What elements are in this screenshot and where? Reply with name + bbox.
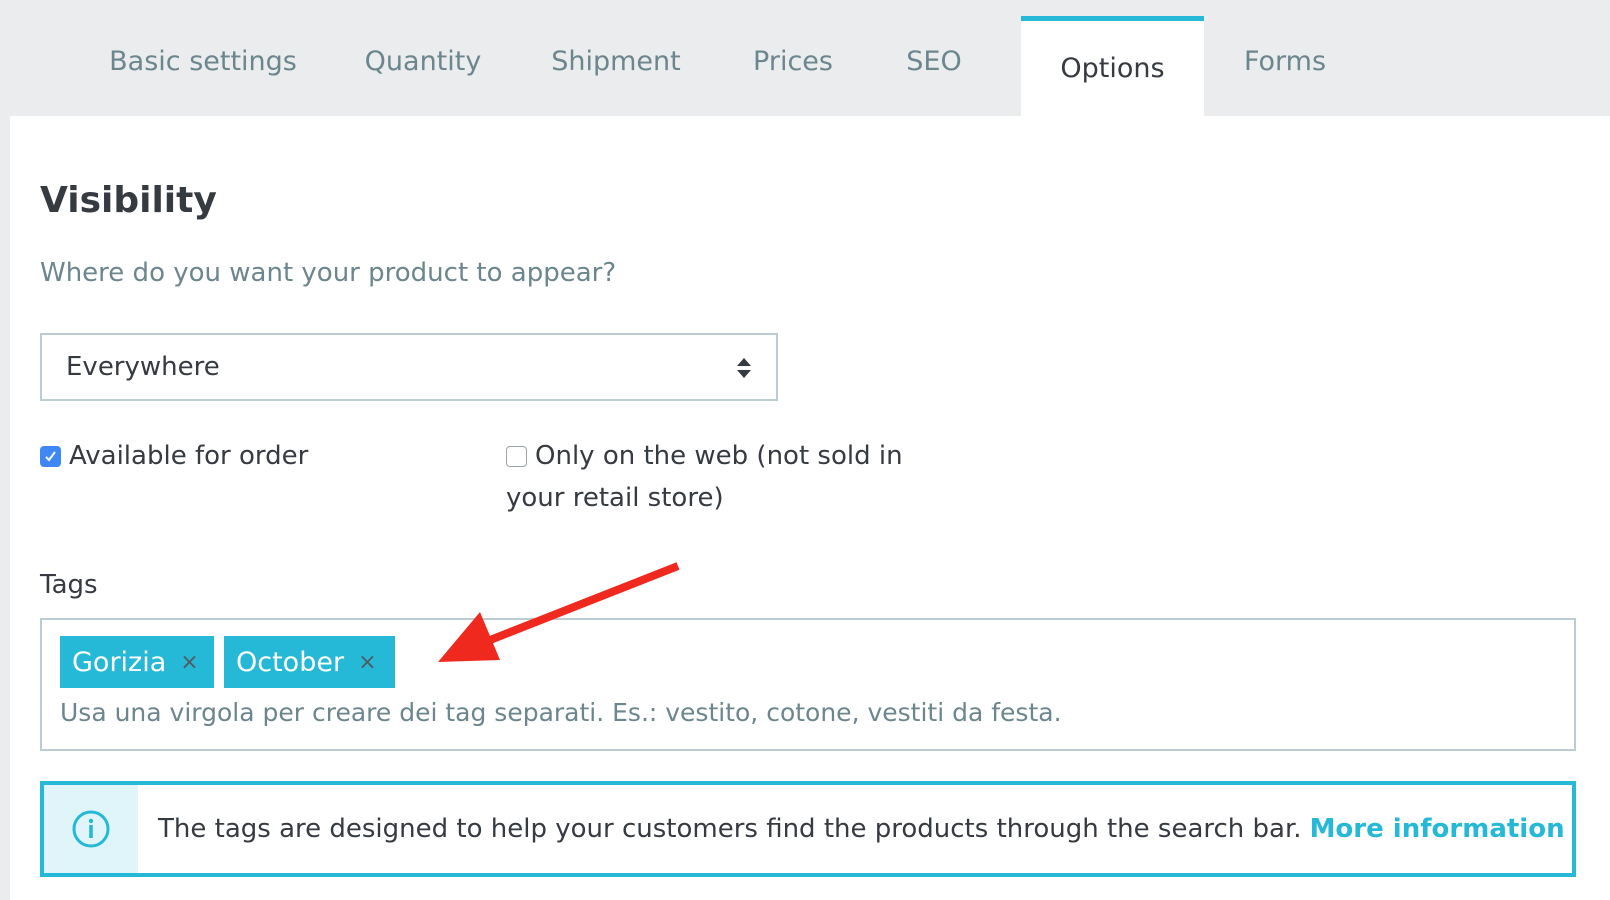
tab-label: Prices (753, 45, 833, 77)
only-on-web-checkbox-row[interactable]: Only on the web (not sold in your retail… (506, 435, 903, 519)
tab-quantity[interactable]: Quantity (350, 16, 496, 116)
remove-tag-icon[interactable]: × (180, 650, 198, 675)
only-on-web-label-line2: your retail store) (506, 483, 724, 513)
tag-text: October (236, 646, 345, 678)
more-information-link[interactable]: More information (1310, 814, 1565, 844)
tab-basic-settings[interactable]: Basic settings (100, 16, 306, 116)
tags-input[interactable]: Gorizia × October × Usa una virgola per … (40, 618, 1576, 751)
available-for-order-checkbox-row[interactable]: Available for order (40, 435, 308, 477)
tab-seo[interactable]: SEO (890, 16, 978, 116)
tab-label: Forms (1243, 45, 1327, 77)
tab-label: SEO (906, 45, 962, 77)
tags-hint: Usa una virgola per creare dei tag separ… (60, 698, 1062, 727)
available-for-order-label: Available for order (69, 441, 309, 471)
select-arrows-icon (737, 358, 751, 378)
tab-label: Basic settings (109, 45, 297, 77)
tag-chip: October × (224, 636, 395, 688)
visibility-select[interactable]: Everywhere (40, 333, 778, 401)
tab-label: Quantity (364, 45, 482, 77)
tab-options[interactable]: Options (1021, 16, 1204, 116)
checkmark-icon (45, 451, 56, 462)
only-on-web-label-line1: Only on the web (not sold in (535, 441, 903, 471)
tags-label: Tags (40, 570, 98, 600)
visibility-question: Where do you want your product to appear… (40, 258, 617, 288)
tags-info-alert: The tags are designed to help your custo… (40, 781, 1576, 877)
tag-chip: Gorizia × (60, 636, 214, 688)
available-for-order-checkbox[interactable] (40, 446, 61, 467)
tab-forms[interactable]: Forms (1230, 16, 1340, 116)
tab-label: Options (1060, 53, 1165, 84)
only-on-web-checkbox[interactable] (506, 446, 527, 467)
info-text: The tags are designed to help your custo… (158, 814, 1302, 844)
tag-text: Gorizia (72, 646, 167, 678)
tab-label: Shipment (551, 45, 681, 77)
tab-bar: Basic settings Quantity Shipment Prices … (0, 0, 1610, 116)
info-icon-column (44, 785, 138, 873)
section-title-visibility: Visibility (40, 180, 217, 221)
visibility-select-value: Everywhere (66, 352, 220, 382)
tab-shipment[interactable]: Shipment (540, 16, 692, 116)
info-icon (72, 810, 110, 848)
tab-prices[interactable]: Prices (740, 16, 846, 116)
annotation-arrow-icon (438, 562, 680, 662)
remove-tag-icon[interactable]: × (358, 650, 376, 675)
